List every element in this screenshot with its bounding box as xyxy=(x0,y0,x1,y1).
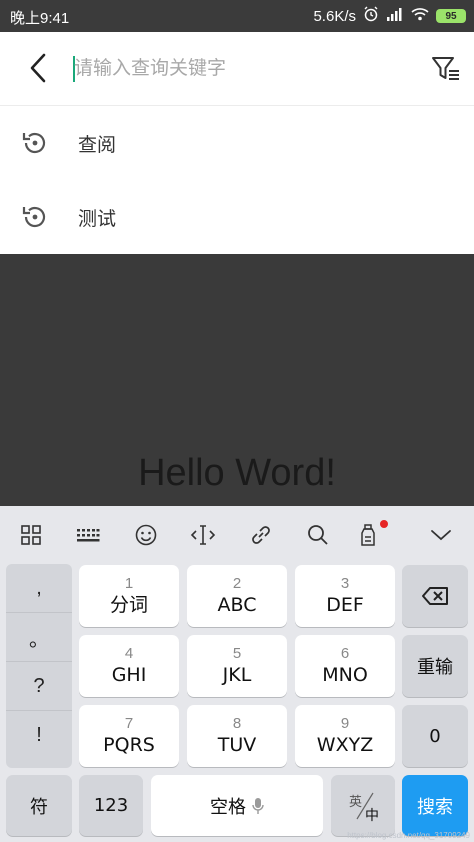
status-time: 晚上9:41 xyxy=(10,10,70,27)
key-9[interactable]: 9 WXYZ xyxy=(295,705,395,767)
reenter-label: 重输 xyxy=(417,657,453,678)
zero-key[interactable]: 0 xyxy=(402,705,468,767)
keyboard-icon[interactable] xyxy=(75,522,101,548)
alarm-icon xyxy=(363,6,379,26)
content-overlay: Hello Word! xyxy=(0,254,474,506)
watermark: https://blog.csdn.net/qq_31709249 xyxy=(347,831,470,840)
key-7[interactable]: 7 PQRS xyxy=(79,705,179,767)
signal-icon xyxy=(386,7,404,25)
punctuation-column: , 。 ? ! xyxy=(6,564,72,768)
grid-menu-icon[interactable] xyxy=(18,522,44,548)
key-2[interactable]: 2 ABC xyxy=(187,565,287,627)
punct-key[interactable]: 。 xyxy=(6,613,72,662)
key-number: 2 xyxy=(232,575,242,592)
language-switch-key[interactable]: 英 中 xyxy=(331,775,395,836)
backspace-icon xyxy=(422,587,448,605)
search-key[interactable]: 搜索 xyxy=(402,775,468,836)
key-letters: MNO xyxy=(322,664,368,686)
key-number: 1 xyxy=(124,575,134,592)
chevron-left-icon xyxy=(30,53,46,83)
space-label: 空格 xyxy=(210,796,246,818)
filter-icon xyxy=(432,57,459,80)
key-8[interactable]: 8 TUV xyxy=(187,705,287,767)
search-key-label: 搜索 xyxy=(417,796,453,818)
key-letters: DEF xyxy=(326,594,364,616)
key-number: 3 xyxy=(340,575,350,592)
key-number: 4 xyxy=(124,645,134,662)
cursor-move-icon[interactable] xyxy=(190,522,216,548)
zero-label: 0 xyxy=(429,725,441,747)
punct-key[interactable]: , xyxy=(6,564,72,613)
clipboard-icon[interactable] xyxy=(355,522,381,548)
filter-button[interactable] xyxy=(428,52,464,86)
network-speed: 5.6K/s xyxy=(313,7,356,25)
key-number: 7 xyxy=(124,715,134,732)
backspace-key[interactable] xyxy=(402,565,468,627)
key-number: 6 xyxy=(340,645,350,662)
search-input[interactable] xyxy=(74,50,394,86)
emoji-icon[interactable] xyxy=(133,522,159,548)
history-icon xyxy=(20,202,50,232)
key-1[interactable]: 1 分词 xyxy=(79,565,179,627)
key-5[interactable]: 5 JKL xyxy=(187,635,287,697)
lang-divider-icon xyxy=(356,792,374,820)
key-letters: GHI xyxy=(111,664,147,686)
history-item[interactable]: 测试 xyxy=(0,180,474,254)
keyboard-toolbar xyxy=(0,506,474,564)
space-key[interactable]: 空格 xyxy=(151,775,323,836)
key-number: 5 xyxy=(232,645,242,662)
key-4[interactable]: 4 GHI xyxy=(79,635,179,697)
battery-icon: 95 xyxy=(436,9,466,23)
history-item[interactable]: 查阅 xyxy=(0,106,474,180)
key-letters: WXYZ xyxy=(316,734,374,756)
hello-text: Hello Word! xyxy=(138,452,336,494)
notification-dot xyxy=(380,520,388,528)
symbol-label: 符 xyxy=(30,796,48,818)
microphone-icon xyxy=(252,797,264,814)
history-item-label: 查阅 xyxy=(78,133,117,156)
search-history-list: 查阅 测试 xyxy=(0,106,474,254)
lang-bottom-label: 中 xyxy=(365,808,379,824)
key-letters: TUV xyxy=(217,734,257,756)
punct-key[interactable]: ? xyxy=(6,662,72,711)
numbers-key[interactable]: 123 xyxy=(79,775,143,836)
status-bar: 晚上9:41 5.6K/s 95 xyxy=(0,0,474,32)
key-letters: ABC xyxy=(217,594,257,616)
search-icon[interactable] xyxy=(305,522,331,548)
history-icon xyxy=(20,128,50,158)
key-number: 8 xyxy=(232,715,242,732)
key-number: 9 xyxy=(340,715,350,732)
reenter-key[interactable]: 重输 xyxy=(402,635,468,697)
chevron-down-icon[interactable] xyxy=(428,522,454,548)
wifi-icon xyxy=(411,7,429,25)
link-icon[interactable] xyxy=(248,522,274,548)
symbol-key[interactable]: 符 xyxy=(6,775,72,836)
key-letters: PQRS xyxy=(103,734,155,756)
key-6[interactable]: 6 MNO xyxy=(295,635,395,697)
key-3[interactable]: 3 DEF xyxy=(295,565,395,627)
back-button[interactable] xyxy=(20,50,56,86)
history-item-label: 测试 xyxy=(78,207,117,230)
numbers-label: 123 xyxy=(93,795,129,816)
key-letters: 分词 xyxy=(109,594,148,616)
search-bar xyxy=(0,32,474,106)
status-icons: 5.6K/s 95 xyxy=(313,6,466,26)
key-letters: JKL xyxy=(222,664,252,686)
punct-key[interactable]: ! xyxy=(6,711,72,760)
